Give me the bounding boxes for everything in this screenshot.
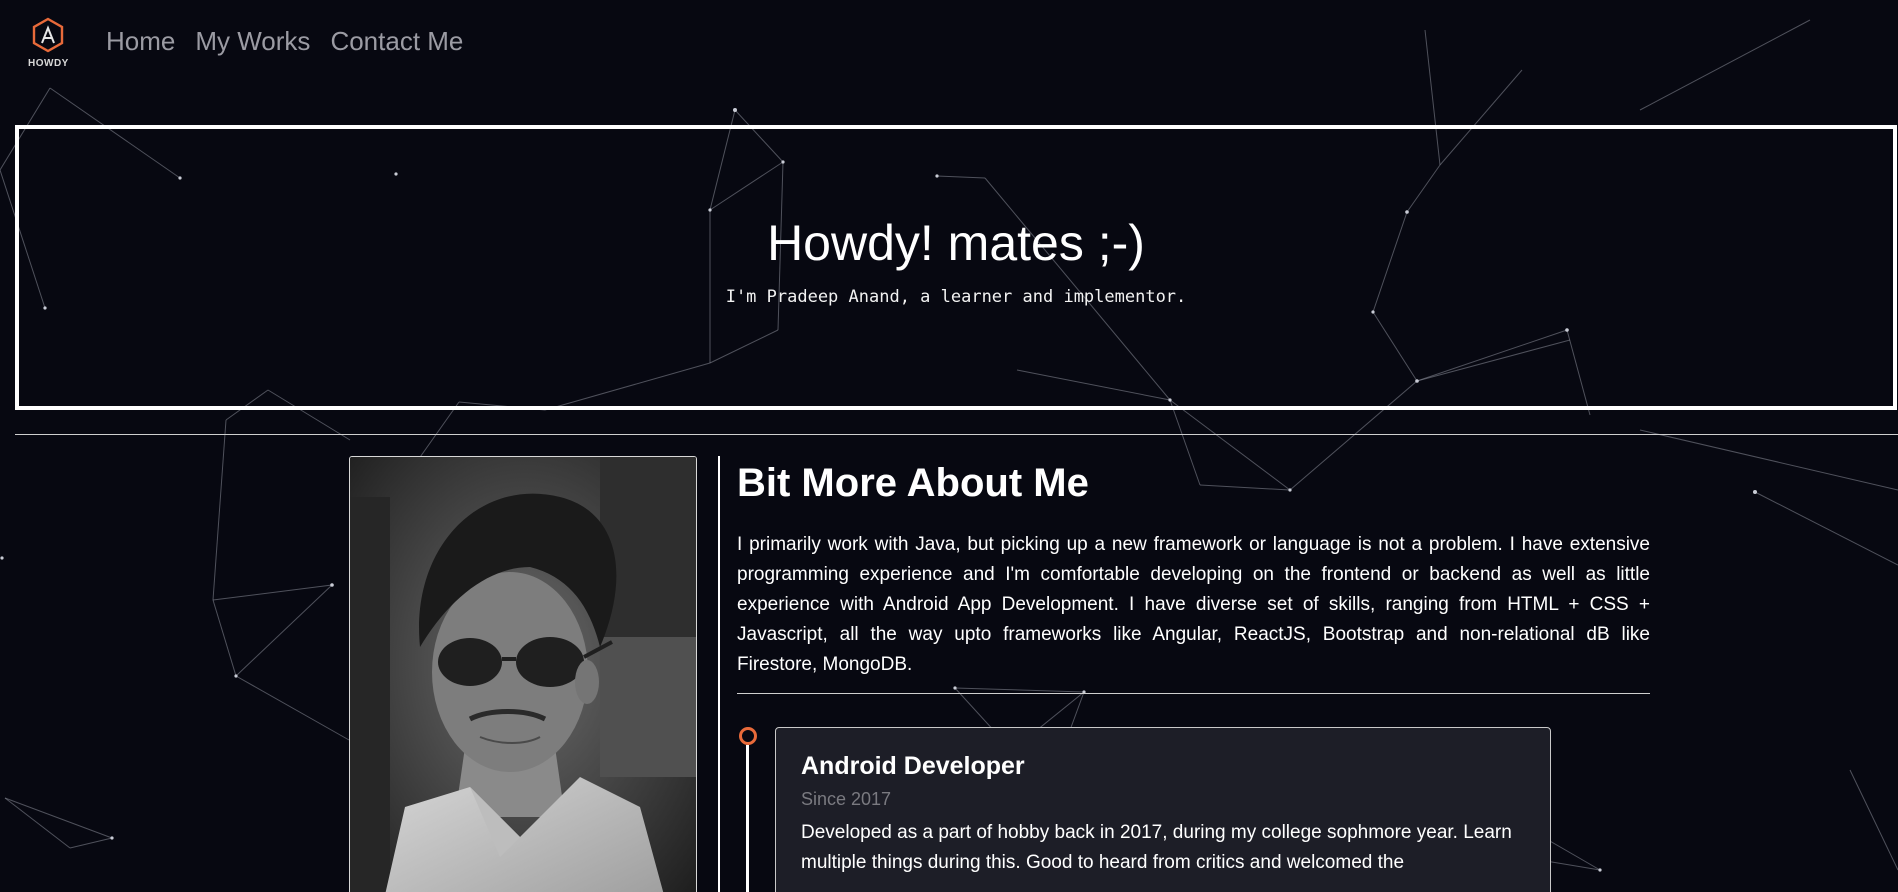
- hero-title: Howdy! mates ;-): [767, 215, 1145, 271]
- hexagon-a-logo-icon: [32, 17, 64, 53]
- logo[interactable]: HOWDY: [28, 16, 68, 74]
- experience-description: Developed as a part of hobby back in 201…: [801, 822, 1512, 873]
- top-navbar: HOWDY Home My Works Contact Me: [0, 0, 1898, 86]
- profile-photo: [349, 456, 697, 892]
- about-section: Bit More About Me I primarily work with …: [737, 456, 1650, 699]
- experience-card: Android Developer Since 2017 Developed a…: [775, 727, 1551, 892]
- nav-link-home[interactable]: Home: [106, 26, 175, 57]
- experience-title: Android Developer: [801, 752, 1025, 780]
- section-divider: [15, 434, 1898, 435]
- about-divider: [737, 693, 1650, 694]
- nav-link-my-works[interactable]: My Works: [195, 26, 310, 57]
- timeline-line: [746, 745, 749, 892]
- circle-marker-icon: [739, 727, 757, 745]
- about-text: I primarily work with Java, but picking …: [737, 534, 1650, 675]
- logo-text: HOWDY: [28, 58, 69, 69]
- hero-subtitle: I'm Pradeep Anand, a learner and impleme…: [725, 287, 1187, 307]
- about-title: Bit More About Me: [737, 461, 1089, 505]
- hero-banner: Howdy! mates ;-) I'm Pradeep Anand, a le…: [15, 125, 1897, 410]
- nav-link-contact-me[interactable]: Contact Me: [330, 26, 463, 57]
- page: HOWDY Home My Works Contact Me Howdy! ma…: [0, 0, 1898, 892]
- experience-since: Since 2017: [801, 789, 892, 809]
- nav-links: Home My Works Contact Me: [106, 26, 463, 57]
- profile-photo-illustration: [350, 457, 696, 892]
- vertical-separator: [718, 456, 720, 892]
